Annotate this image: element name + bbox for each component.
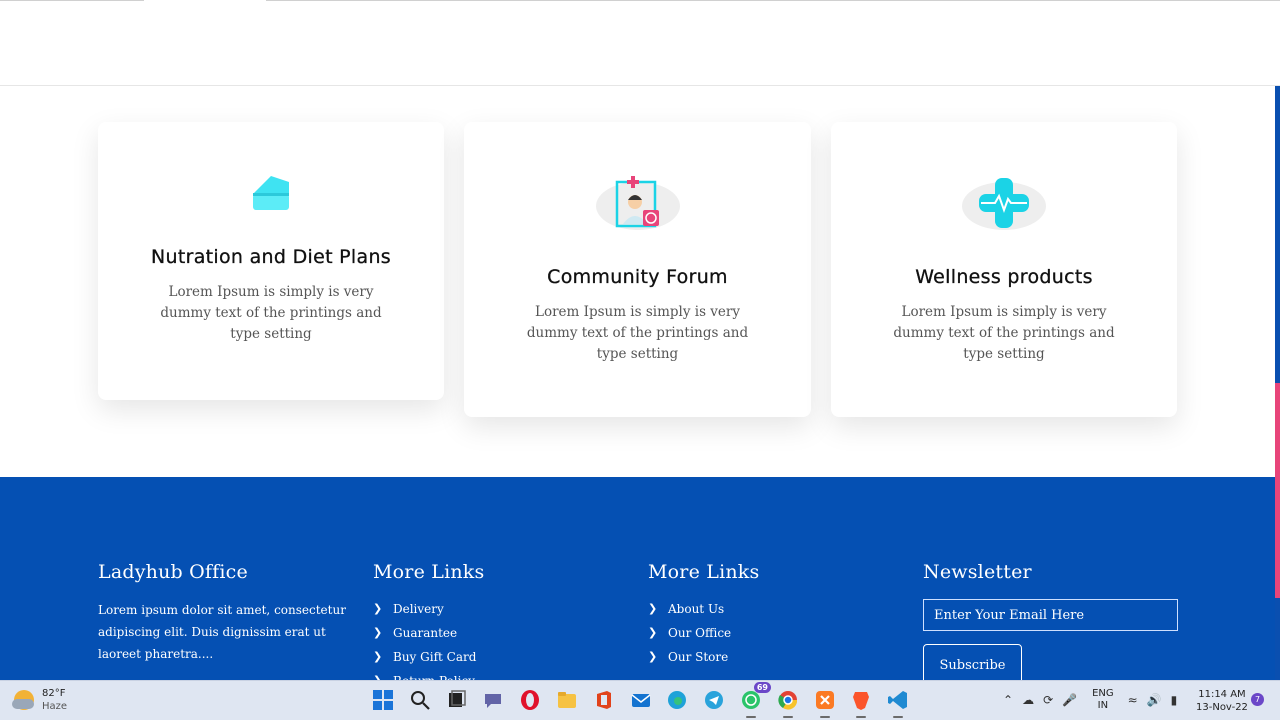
doctor-icon	[595, 172, 681, 232]
chevron-right-icon: ❯	[648, 626, 658, 639]
footer-link[interactable]: ❯ Our Store	[648, 645, 759, 669]
card-title: Nutration and Diet Plans	[151, 246, 391, 268]
top-divider-left	[0, 0, 144, 1]
taskbar-apps: 69	[370, 682, 922, 718]
footer-about-text: Lorem ipsum dolor sit amet, consectetur …	[98, 603, 346, 661]
cake-slice-icon	[249, 172, 293, 212]
volume-icon[interactable]: 🔊	[1147, 693, 1162, 707]
service-card-wellness[interactable]: Wellness products Lorem Ipsum is simply …	[831, 122, 1177, 417]
scroll-indicator-thumb[interactable]	[1275, 383, 1280, 598]
footer-heading: Newsletter	[923, 561, 1032, 583]
service-card-nutrition[interactable]: Nutration and Diet Plans Lorem Ipsum is …	[98, 122, 444, 400]
chevron-right-icon: ❯	[373, 602, 383, 615]
microphone-icon[interactable]: 🎤	[1062, 693, 1077, 707]
scroll-indicator[interactable]	[1275, 86, 1280, 680]
teams-chat-icon[interactable]	[480, 687, 506, 713]
system-tray: ⌃ ☁ ⟳ 🎤 ENG IN ≈ 🔊 ▮	[1003, 688, 1186, 712]
notification-badge[interactable]: 7	[1251, 693, 1264, 706]
card-text: Lorem Ipsum is simply is very dummy text…	[893, 304, 1115, 362]
xampp-icon[interactable]	[812, 687, 838, 718]
search-icon[interactable]	[407, 687, 433, 713]
footer-link[interactable]: ❯ Guarantee	[373, 621, 484, 645]
card-text: Lorem Ipsum is simply is very dummy text…	[526, 304, 749, 362]
weather-desc: Haze	[42, 701, 68, 712]
taskbar: 82°F Haze 69 ⌃ ☁ ⟳ 🎤 ENG IN ≈ 🔊 ▮ 11:14 …	[0, 680, 1280, 720]
card-title: Wellness products	[915, 266, 1093, 288]
clock[interactable]: 11:14 AM 13-Nov-22	[1196, 688, 1248, 714]
windows-start-icon[interactable]	[370, 687, 396, 713]
language-indicator[interactable]: ENG IN	[1092, 688, 1114, 712]
weather-widget[interactable]: 82°F Haze	[12, 687, 68, 713]
service-card-community[interactable]: Community Forum Lorem Ipsum is simply is…	[464, 122, 811, 417]
footer: Ladyhub Office Lorem ipsum dolor sit ame…	[0, 477, 1275, 688]
top-divider-right	[266, 0, 1280, 1]
telegram-icon[interactable]	[701, 687, 727, 713]
sync-icon[interactable]: ⟳	[1043, 693, 1053, 707]
footer-link[interactable]: ❯ About Us	[648, 597, 759, 621]
brave-icon[interactable]	[848, 687, 874, 718]
haze-weather-icon	[12, 690, 34, 710]
wifi-icon[interactable]: ≈	[1128, 693, 1138, 707]
footer-office: Ladyhub Office Lorem ipsum dolor sit ame…	[98, 561, 353, 665]
task-view-icon[interactable]	[444, 687, 470, 713]
chevron-right-icon: ❯	[648, 602, 658, 615]
battery-icon[interactable]: ▮	[1171, 693, 1178, 707]
footer-link[interactable]: ❯ Our Office	[648, 621, 759, 645]
office-icon[interactable]	[591, 687, 617, 713]
footer-heading: More Links	[373, 561, 485, 583]
vscode-icon[interactable]	[885, 687, 911, 718]
weather-temp: 82°F	[42, 688, 66, 699]
chevron-right-icon: ❯	[373, 626, 383, 639]
file-explorer-icon[interactable]	[554, 687, 580, 713]
email-input[interactable]: Enter Your Email Here	[923, 599, 1178, 631]
footer-links-1: More Links ❯ Delivery ❯ Guarantee ❯ Buy Gif…	[373, 561, 484, 693]
cloud-icon[interactable]: ☁	[1022, 693, 1034, 707]
footer-heading: Ladyhub Office	[98, 561, 248, 583]
footer-links-2: More Links ❯ About Us ❯ Our Office ❯ Our St…	[648, 561, 759, 669]
whatsapp-badge: 69	[753, 682, 771, 693]
footer-link[interactable]: ❯ Buy Gift Card	[373, 645, 484, 669]
chevron-right-icon: ❯	[373, 650, 383, 663]
opera-icon[interactable]	[517, 687, 543, 713]
footer-link[interactable]: ❯ Delivery	[373, 597, 484, 621]
medical-cross-icon	[961, 172, 1047, 232]
edge-icon[interactable]	[664, 687, 690, 713]
footer-newsletter: Newsletter Enter Your Email Here Subscri…	[923, 561, 1178, 686]
whatsapp-icon[interactable]: 69	[738, 682, 771, 718]
card-text: Lorem Ipsum is simply is very dummy text…	[160, 284, 382, 342]
chrome-icon[interactable]	[775, 687, 801, 718]
mail-icon[interactable]	[628, 687, 654, 713]
chevron-right-icon: ❯	[648, 650, 658, 663]
footer-heading: More Links	[648, 561, 760, 583]
card-title: Community Forum	[547, 266, 728, 288]
header-area	[0, 0, 1280, 86]
chevron-up-icon[interactable]: ⌃	[1003, 693, 1013, 707]
